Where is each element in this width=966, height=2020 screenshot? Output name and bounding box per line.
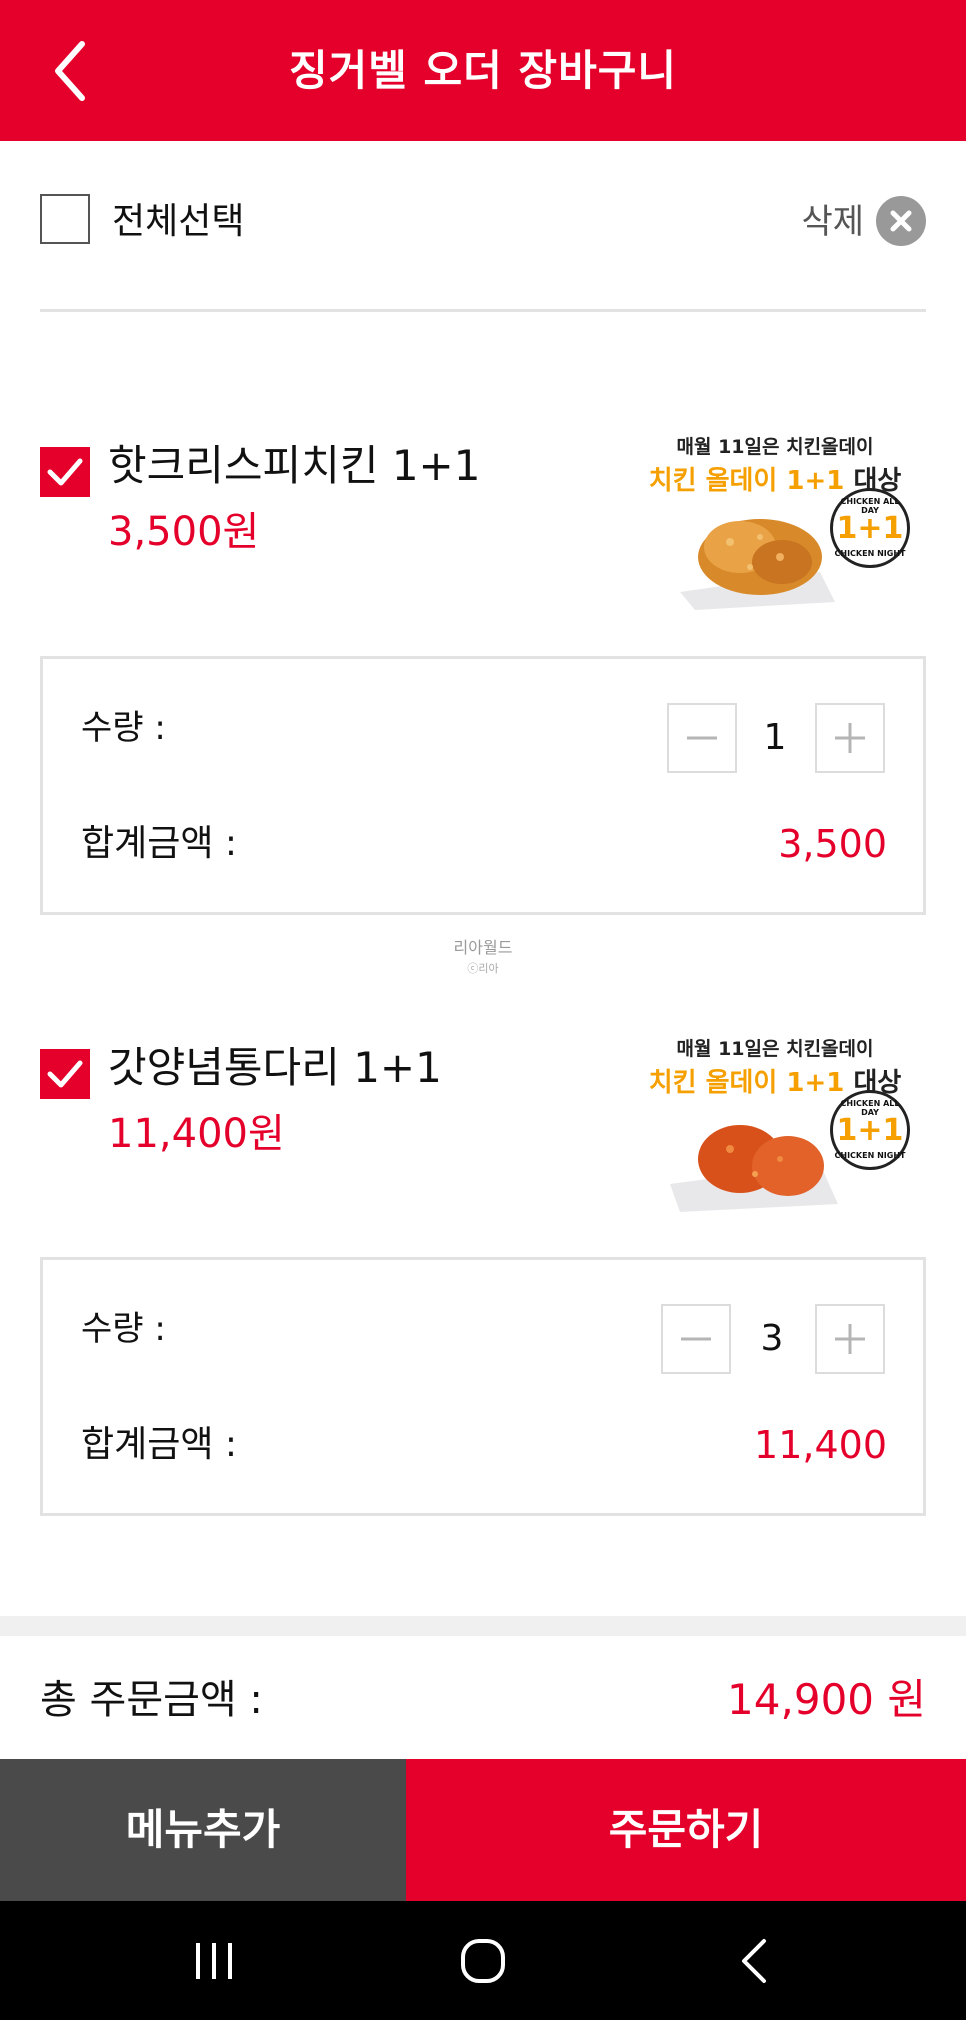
minus-icon[interactable] <box>667 703 737 773</box>
watermark-sub: ⓒ리아 <box>467 962 499 975</box>
chicken-image <box>670 1104 840 1214</box>
subtotal-value: 3,500 <box>778 822 887 866</box>
order-button[interactable]: 주문하기 <box>406 1759 966 1901</box>
chicken-image <box>670 502 840 612</box>
promo-image: 매월 11일은 치킨올데이 치킨 올데이 1+1 대상 CHICKEN ALL … <box>630 1034 920 1224</box>
promo-line-1: 매월 11일은 치킨올데이 <box>676 436 874 458</box>
quantity-box: 수량 : 3 합계금액 : 11,400 <box>40 1257 926 1516</box>
delete-label[interactable]: 삭제 <box>801 192 864 252</box>
total-value: 14,900 원 <box>727 1675 926 1724</box>
watermark: 리아월드 <box>453 938 513 957</box>
select-all-checkbox[interactable] <box>40 194 90 244</box>
divider <box>40 309 926 312</box>
page-title: 징거벨 오더 장바구니 <box>288 46 677 95</box>
promo-badge: CHICKEN ALL DAY 1+1 CHICKEN NIGHT <box>830 1090 910 1170</box>
quantity-value: 3 <box>760 1318 784 1359</box>
quantity-label: 수량 : <box>81 708 166 748</box>
promo-badge: CHICKEN ALL DAY 1+1 CHICKEN NIGHT <box>830 488 910 568</box>
plus-icon[interactable] <box>815 703 885 773</box>
subtotal-label: 합계금액 : <box>81 1424 238 1465</box>
section-divider <box>0 1616 966 1636</box>
item-price: 3,500원 <box>108 509 260 555</box>
subtotal-value: 11,400 <box>754 1423 887 1467</box>
subtotal-label: 합계금액 : <box>81 823 238 864</box>
quantity-label: 수량 : <box>81 1309 166 1349</box>
total-label: 총 주문금액 : <box>40 1677 263 1723</box>
quantity-box: 수량 : 1 합계금액 : 3,500 <box>40 656 926 915</box>
plus-icon[interactable] <box>815 1304 885 1374</box>
promo-image: 매월 11일은 치킨올데이 치킨 올데이 1+1 대상 CHICKEN ALL … <box>630 432 920 622</box>
item-checkbox[interactable] <box>40 1049 90 1099</box>
item-name: 핫크리스피치킨 1+1 <box>108 441 481 490</box>
select-all-row: 전체선택 삭제 <box>40 192 926 252</box>
back-nav-icon[interactable] <box>726 1931 786 1991</box>
item-checkbox[interactable] <box>40 447 90 497</box>
system-nav-bar <box>0 1901 966 2020</box>
promo-line-1: 매월 11일은 치킨올데이 <box>676 1038 874 1060</box>
add-menu-button[interactable]: 메뉴추가 <box>0 1759 406 1901</box>
minus-icon[interactable] <box>661 1304 731 1374</box>
app-header: 징거벨 오더 장바구니 <box>0 0 966 141</box>
quantity-value: 1 <box>763 717 787 758</box>
select-all-label[interactable]: 전체선택 <box>112 192 244 252</box>
recent-apps-icon[interactable] <box>184 1931 244 1991</box>
close-circle-icon[interactable] <box>876 196 926 246</box>
home-icon[interactable] <box>453 1931 513 1991</box>
item-name: 갓양념통다리 1+1 <box>108 1043 442 1092</box>
item-price: 11,400원 <box>108 1111 285 1157</box>
